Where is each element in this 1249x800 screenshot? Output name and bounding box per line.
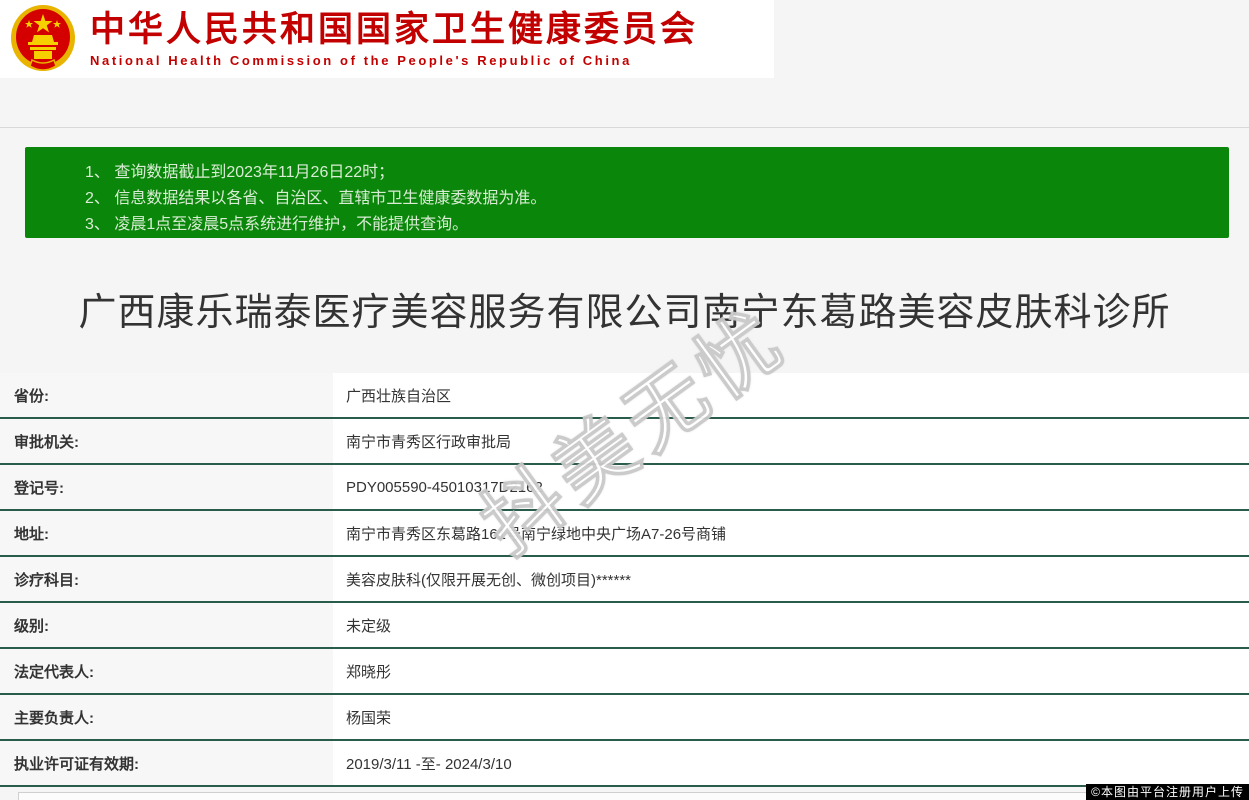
table-row: 登记号:PDY005590-45010317D2162 [0,465,1249,511]
field-label: 地址: [0,511,333,555]
china-national-emblem-icon [10,4,76,74]
header-divider [0,127,1249,128]
table-row: 诊疗科目:美容皮肤科(仅限开展无创、微创项目)****** [0,557,1249,603]
institution-title: 广西康乐瑞泰医疗美容服务有限公司南宁东葛路美容皮肤科诊所 [0,281,1249,336]
field-value: 美容皮肤科(仅限开展无创、微创项目)****** [333,557,1249,601]
site-title-en: National Health Commission of the People… [90,53,698,68]
next-section-partial [18,792,1231,800]
field-value: 未定级 [333,603,1249,647]
notice-box: 1、 查询数据截止到2023年11月26日22时；2、 信息数据结果以各省、自治… [25,147,1229,238]
notice-line: 3、 凌晨1点至凌晨5点系统进行维护，不能提供查询。 [85,212,1209,238]
field-label: 审批机关: [0,419,333,463]
field-value: 南宁市青秀区东葛路161号南宁绿地中央广场A7-26号商铺 [333,511,1249,555]
field-label: 诊疗科目: [0,557,333,601]
table-row: 省份:广西壮族自治区 [0,373,1249,419]
field-value: 杨国荣 [333,695,1249,739]
field-label: 主要负责人: [0,695,333,739]
nhc-header-banner[interactable]: 中华人民共和国国家卫生健康委员会 National Health Commiss… [0,0,774,78]
table-row: 地址:南宁市青秀区东葛路161号南宁绿地中央广场A7-26号商铺 [0,511,1249,557]
field-value: 郑晓彤 [333,649,1249,693]
table-row: 级别:未定级 [0,603,1249,649]
table-row: 主要负责人:杨国荣 [0,695,1249,741]
field-value: PDY005590-45010317D2162 [333,465,1249,509]
notice-line: 2、 信息数据结果以各省、自治区、直辖市卫生健康委数据为准。 [85,186,1209,212]
notice-line: 1、 查询数据截止到2023年11月26日22时； [85,160,1209,186]
field-label: 登记号: [0,465,333,509]
field-label: 级别: [0,603,333,647]
table-row: 法定代表人:郑晓彤 [0,649,1249,695]
field-value: 2019/3/11 -至- 2024/3/10 [333,741,1249,785]
table-row: 执业许可证有效期:2019/3/11 -至- 2024/3/10 [0,741,1249,787]
upload-copyright-badge: ©本图由平台注册用户上传 [1086,784,1249,800]
nhc-query-result-page: 中华人民共和国国家卫生健康委员会 National Health Commiss… [0,0,1249,800]
field-label: 执业许可证有效期: [0,741,333,785]
site-title-cn: 中华人民共和国国家卫生健康委员会 [90,10,698,50]
field-value: 南宁市青秀区行政审批局 [333,419,1249,463]
institution-detail-table: 省份:广西壮族自治区审批机关:南宁市青秀区行政审批局登记号:PDY005590-… [0,373,1249,787]
field-label: 法定代表人: [0,649,333,693]
field-label: 省份: [0,373,333,417]
field-value: 广西壮族自治区 [333,373,1249,417]
table-row: 审批机关:南宁市青秀区行政审批局 [0,419,1249,465]
